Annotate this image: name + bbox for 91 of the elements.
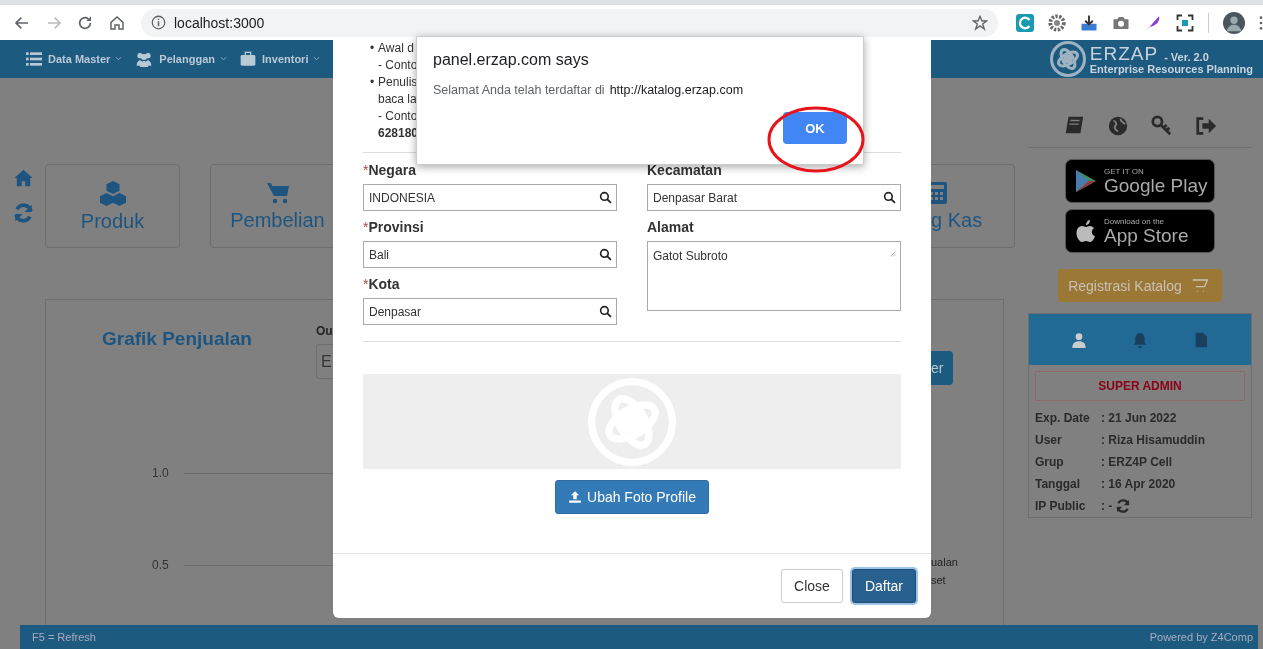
info-value: : Riza Hisamuddin [1101, 433, 1205, 447]
caret-icon [219, 56, 228, 62]
field-label: Kota [368, 276, 400, 292]
bullet: • [370, 74, 376, 91]
dialog-button[interactable]: Close [781, 569, 843, 603]
scan-icon [1176, 13, 1194, 32]
field-label: Kecamatan [647, 162, 722, 178]
key-icon [1151, 115, 1173, 137]
bullet: • [370, 40, 376, 57]
required-mark: * [363, 276, 369, 292]
home-icon [12, 168, 35, 188]
info-icon [151, 15, 166, 30]
star-icon [972, 14, 988, 31]
info-value: : 21 Jun 2022 [1101, 411, 1177, 425]
brand-tagline: Enterprise Resources Planning [1089, 62, 1253, 75]
axis-label: 0.5 [152, 558, 170, 572]
forward-icon [45, 14, 62, 31]
upload-icon [568, 490, 582, 504]
lookup-field[interactable]: Denpasar [363, 298, 617, 325]
caret-icon [114, 56, 124, 62]
field-label: Negara [368, 162, 416, 178]
alert-message: Selamat Anda telah terdaftar di http://katalog.erzap.com [433, 83, 745, 97]
lookup-field[interactable]: Denpasar Barat [647, 184, 901, 211]
download-icon [1080, 13, 1098, 32]
refresh-icon [1115, 498, 1132, 514]
store-badge[interactable]: Download on the App Store [1065, 209, 1215, 253]
nav-menu[interactable]: Pelanggan [133, 51, 228, 67]
reload-icon [77, 14, 94, 31]
required-mark: * [363, 219, 369, 235]
info-label: Tanggal [1035, 477, 1082, 491]
bell-icon [1132, 330, 1148, 349]
info-label: Grup [1035, 455, 1065, 469]
field-label: Alamat [647, 219, 694, 235]
caret-icon [312, 56, 322, 62]
legend-text: set [931, 573, 947, 588]
address-bar[interactable]: localhost:3000 [141, 8, 998, 37]
logo-icon [1049, 41, 1086, 77]
avatar-icon [1223, 11, 1245, 34]
search-icon [883, 191, 896, 204]
apple-icon [1074, 217, 1098, 245]
ok-button[interactable]: OK [783, 112, 847, 144]
play-icon [1074, 168, 1098, 194]
globe-icon [1107, 115, 1129, 137]
user-icon [1071, 330, 1088, 349]
chart-title: Grafik Penjualan [101, 327, 253, 351]
brand-name: ERZAP [1089, 43, 1159, 63]
store-badge[interactable]: GET IT ON Google Play [1065, 159, 1215, 203]
nav-menu[interactable]: Inventori [238, 51, 322, 67]
outlet-label: Ou [316, 324, 333, 338]
info-value: : ERZ4P Cell [1101, 455, 1173, 469]
status-text: Powered by Z4Comp [1149, 631, 1253, 643]
role-label: SUPER ADMIN [1035, 371, 1245, 401]
more-icon [1259, 14, 1263, 31]
url-text: localhost:3000 [174, 14, 266, 31]
filter-button[interactable]: er [931, 351, 953, 385]
info-value: : 16 Apr 2020 [1101, 477, 1176, 491]
field-label: Provinsi [368, 219, 424, 235]
nav-menu[interactable]: Data Master [24, 51, 124, 67]
info-label: Exp. Date [1035, 411, 1091, 425]
info-value: : - [1101, 499, 1113, 513]
list-icon [24, 51, 44, 67]
calculator-icon [931, 180, 949, 205]
note-text: baca la [378, 91, 418, 108]
address-field[interactable]: Gatot Subroto [647, 241, 901, 311]
gear-icon [1048, 13, 1066, 32]
search-icon [599, 305, 612, 318]
dialog-button[interactable]: Daftar [851, 569, 916, 603]
back-icon [13, 14, 30, 31]
cart-icon [264, 180, 291, 205]
alert-title: panel.erzap.com says [433, 51, 590, 69]
info-label: IP Public [1035, 499, 1087, 513]
lookup-field[interactable]: INDONESIA [363, 184, 617, 211]
legend-text: ualan [931, 555, 959, 570]
sign-out-icon [1195, 115, 1217, 137]
version-text: - Ver. 2.0 [1164, 50, 1209, 63]
resize-icon [888, 249, 896, 257]
home-icon [109, 14, 126, 31]
lookup-field[interactable]: Bali [363, 241, 617, 268]
status-text: F5 = Refresh [32, 631, 96, 643]
search-icon [599, 191, 612, 204]
note-text: Penulis [378, 74, 419, 91]
axis-label: 1.0 [152, 466, 170, 480]
required-mark: * [363, 162, 369, 178]
refresh-icon [12, 202, 35, 224]
upload-button[interactable]: Ubah Foto Profile [555, 480, 709, 514]
alert-link[interactable]: http://katalog.erzap.com [609, 83, 744, 97]
note-text: 628180 [378, 125, 419, 142]
search-icon [599, 248, 612, 261]
briefcase-icon [238, 51, 258, 67]
info-label: User [1035, 433, 1063, 447]
note-text: Awal d [378, 40, 415, 57]
